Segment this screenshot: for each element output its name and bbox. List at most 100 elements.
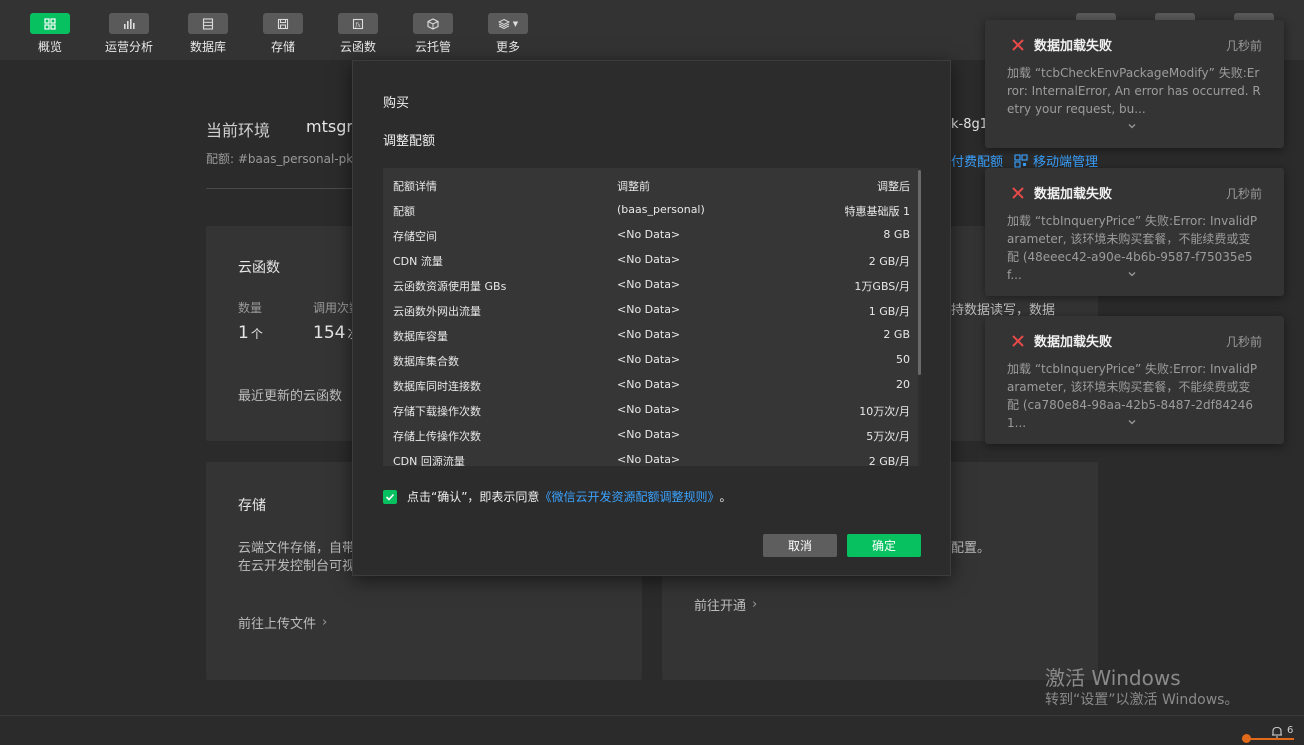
error-toast[interactable]: 数据加载失败 几秒前 加载 “tcbInqueryPrice” 失败:Error… [985,316,1284,444]
quota-before: <No Data> [617,378,681,391]
quota-before: <No Data> [617,253,681,266]
table-row: CDN 回源流量 <No Data> 2 GB/月 [383,447,921,466]
quota-after: 特惠基础版 1 [844,205,911,218]
chevron-right-icon: › [752,597,758,612]
toolbar-item-analytics[interactable]: 运营分析 [101,13,157,55]
functions-card-title: 云函数 [238,260,280,276]
qr-icon [1014,153,1028,168]
error-close-icon [1012,39,1024,51]
cube-icon [413,13,453,34]
activate-windows-title: 激活 Windows [1045,666,1181,690]
layers-icon: ▼ [488,13,528,34]
toolbar-item-storage[interactable]: 存储 [255,13,311,55]
column-header: 调整后 [877,180,910,193]
toolbar-label: 云托管 [414,40,451,54]
chevron-down-icon: ▼ [512,19,519,28]
database-icon [188,13,228,34]
quota-before: <No Data> [617,303,681,316]
quota-name: CDN 流量 [393,255,443,268]
notification-count: 6 [1287,725,1294,736]
quota-after: 8 GB [883,228,910,241]
functions-count-value: 1个 [238,323,263,343]
check-icon [385,493,395,501]
recent-functions-label: 最近更新的云函数 [238,389,343,404]
bar-chart-icon [109,13,149,34]
quota-name: 存储上传操作次数 [393,430,481,443]
activate-windows-subtitle: 转到“设置”以激活 Windows。 [1045,692,1239,708]
status-bar [0,715,1304,745]
quota-name: 存储下载操作次数 [393,405,481,418]
error-close-icon [1012,335,1024,347]
quota-name: 数据库容量 [393,330,448,343]
agree-rules-link[interactable]: 《微信云开发资源配额调整规则》 [539,488,719,505]
quota-after: 20 [896,378,910,391]
storage-desc-line1: 云端文件存储，自带 [238,541,356,556]
toast-time: 几秒前 [1225,39,1262,53]
storage-card-title: 存储 [238,498,266,514]
storage-desc-line2: 在云开发控制台可视 [238,559,356,574]
quota-after: 2 GB/月 [868,255,910,268]
table-row: 数据库集合数 <No Data> 50 [383,347,921,372]
cancel-button[interactable]: 取消 [763,534,837,557]
quota-table[interactable]: 配额详情 调整前 调整后 配额 (baas_personal) 特惠基础版 1 … [383,168,921,466]
right-card-config-text: 配置。 [951,541,991,556]
confirm-button[interactable]: 确定 [847,534,921,557]
functions-calls-label: 调用次数 [313,301,352,315]
quota-before: <No Data> [617,353,681,366]
quota-name: 云函数资源使用量 GBs [393,280,507,293]
error-toast[interactable]: 数据加载失败 几秒前 加载 “tcbInqueryPrice” 失败:Error… [985,168,1284,296]
quota-name: CDN 回源流量 [393,455,465,466]
table-row: 配额 (baas_personal) 特惠基础版 1 [383,197,921,222]
env-name: mtsgn [306,117,357,136]
table-row: 存储空间 <No Data> 8 GB [383,222,921,247]
quota-after: 10万次/月 [859,405,910,418]
quota-name: 云函数外网出流量 [393,305,481,318]
table-row: 数据库同时连接数 <No Data> 20 [383,372,921,397]
quota-before: (baas_personal) [617,203,705,216]
go-open-link[interactable]: 前往开通 › [694,595,757,614]
error-close-icon [1012,187,1024,199]
functions-calls-value: 154次 [313,323,352,343]
error-toast[interactable]: 数据加载失败 几秒前 加载 “tcbCheckEnvPackageModify”… [985,20,1284,148]
chevron-down-icon[interactable] [1127,417,1137,427]
upload-files-label: 前往上传文件 [238,617,317,632]
quota-after: 1万GBS/月 [854,280,910,293]
divider [206,188,352,189]
bell-icon[interactable] [1270,725,1284,739]
toast-time: 几秒前 [1225,335,1262,349]
toolbar-item-database[interactable]: 数据库 [180,13,236,55]
chevron-down-icon[interactable] [1127,269,1137,279]
table-row: CDN 流量 <No Data> 2 GB/月 [383,247,921,272]
chevron-down-icon[interactable] [1127,121,1137,131]
toolbar-label: 更多 [495,40,520,54]
chevron-right-icon: › [322,615,328,630]
quota-after: 2 GB [883,328,910,341]
quota-after: 1 GB/月 [868,305,910,318]
toolbar-label: 概览 [37,40,62,54]
functions-count-label: 数量 [238,301,263,315]
toolbar-item-cloudhosting[interactable]: 云托管 [405,13,461,55]
column-header: 调整前 [617,180,650,193]
table-scrollbar[interactable] [918,168,921,466]
scrollbar-thumb[interactable] [918,170,921,375]
agree-checkbox[interactable] [383,489,397,504]
agree-suffix: 。 [719,490,732,504]
toast-time: 几秒前 [1225,187,1262,201]
toolbar-item-functions[interactable]: fx 云函数 [330,13,386,55]
quota-name: 数据库集合数 [393,355,459,368]
quota-before: <No Data> [617,328,681,341]
upload-files-link[interactable]: 前往上传文件 › [238,613,327,632]
go-open-label: 前往开通 [694,599,747,614]
quota-after: 2 GB/月 [868,455,910,466]
toolbar-item-overview[interactable]: 概览 [22,13,78,55]
table-row: 云函数外网出流量 <No Data> 1 GB/月 [383,297,921,322]
toolbar-label: 运营分析 [104,40,153,54]
table-row: 数据库容量 <No Data> 2 GB [383,322,921,347]
grid-icon [30,13,70,34]
agreement-row: 点击“确认”，即表示同意 《微信云开发资源配额调整规则》 。 [383,488,731,505]
quota-before: <No Data> [617,453,681,466]
table-row: 存储下载操作次数 <No Data> 10万次/月 [383,397,921,422]
toolbar-label: 存储 [270,40,295,54]
function-icon: fx [338,13,378,34]
toolbar-item-more[interactable]: ▼ 更多 [480,13,536,55]
